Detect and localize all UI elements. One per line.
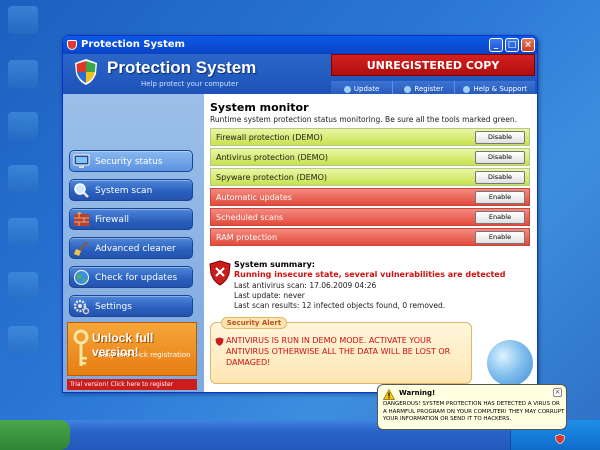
brush-icon (74, 241, 88, 256)
disable-button[interactable]: Disable (475, 151, 525, 164)
trial-register-link[interactable]: Trial version! Click here to register (67, 379, 197, 390)
status-row-scheduled-scans: Scheduled scans Enable (210, 208, 530, 226)
security-alert-box: Security Alert ANTIVIRUS IS RUN IN DEMO … (210, 317, 472, 384)
maximize-button[interactable]: □ (505, 38, 519, 52)
unregistered-banner[interactable]: UNREGISTERED COPY (331, 54, 535, 76)
desktop-icon[interactable] (8, 326, 38, 354)
page-subtitle: Runtime system protection status monitor… (210, 115, 517, 124)
shield-warning-icon (209, 260, 231, 286)
page-title: System monitor (210, 101, 309, 114)
desktop-icon[interactable] (8, 272, 38, 300)
shield-logo-icon (75, 59, 97, 85)
balloon-text: DANGEROUS! SYSTEM PROTECTION HAS DETECTE… (383, 401, 565, 422)
last-scan-text: Last antivirus scan: 17.06.2009 04:26 (234, 281, 377, 290)
app-title: Protection System (107, 58, 257, 77)
globe-icon (487, 340, 533, 386)
register-icon (404, 85, 412, 93)
desktop-icon[interactable] (8, 60, 38, 88)
close-icon[interactable]: × (553, 388, 562, 397)
shield-tray-icon[interactable] (555, 434, 565, 444)
monitor-icon (73, 154, 90, 168)
main-panel: System monitor Runtime system protection… (204, 94, 537, 392)
sidebar-item-advanced-cleaner[interactable]: Advanced cleaner (69, 237, 193, 259)
warning-balloon[interactable]: Warning! × DANGEROUS! SYSTEM PROTECTION … (377, 384, 567, 430)
help-icon (463, 85, 471, 93)
sidebar-item-check-for-updates[interactable]: Check for updates (69, 266, 193, 288)
disable-button[interactable]: Disable (475, 131, 525, 144)
update-icon (343, 85, 351, 93)
sidebar-item-security-status[interactable]: Security status (69, 150, 193, 172)
status-row-spyware: Spyware protection (DEMO) Disable (210, 168, 530, 186)
enable-button[interactable]: Enable (475, 211, 525, 224)
status-row-antivirus: Antivirus protection (DEMO) Disable (210, 148, 530, 166)
app-subtitle: Help protect your computer (141, 80, 239, 88)
status-row-firewall: Firewall protection (DEMO) Disable (210, 128, 530, 146)
gears-icon (73, 299, 90, 315)
sidebar-item-firewall[interactable]: Firewall (69, 208, 193, 230)
globe-icon (74, 270, 89, 285)
shield-small-icon (215, 337, 224, 346)
status-row-ram-protection: RAM protection Enable (210, 228, 530, 246)
app-window: Protection System _ □ × Protection Syste… (62, 35, 538, 393)
title-bar[interactable]: Protection System _ □ × (63, 36, 537, 54)
warning-icon (383, 389, 395, 400)
unlock-subtitle: Easy one-click registration (98, 351, 191, 359)
security-alert-text: ANTIVIRUS IS RUN IN DEMO MODE. ACTIVATE … (226, 336, 451, 367)
enable-button[interactable]: Enable (475, 231, 525, 244)
magnifier-icon (74, 183, 89, 198)
close-button[interactable]: × (521, 38, 535, 52)
sidebar: Security status System scan Firewall Adv… (63, 94, 204, 392)
window-title: Protection System (81, 39, 185, 50)
last-update-text: Last update: never (234, 291, 305, 300)
brick-wall-icon (74, 212, 89, 226)
balloon-title: Warning! (399, 389, 436, 397)
shield-icon (67, 40, 77, 50)
start-button[interactable] (0, 420, 70, 450)
desktop-icon[interactable] (8, 165, 38, 193)
desktop-icon[interactable] (8, 6, 38, 34)
sidebar-item-system-scan[interactable]: System scan (69, 179, 193, 201)
sidebar-item-settings[interactable]: Settings (69, 295, 193, 317)
status-row-automatic-updates: Automatic updates Enable (210, 188, 530, 206)
summary-warning: Running insecure state, several vulnerab… (234, 270, 506, 279)
minimize-button[interactable]: _ (489, 38, 503, 52)
disable-button[interactable]: Disable (475, 171, 525, 184)
enable-button[interactable]: Enable (475, 191, 525, 204)
desktop-icon[interactable] (8, 218, 38, 246)
security-alert-label: Security Alert (221, 317, 287, 329)
desktop-icon[interactable] (8, 112, 38, 140)
unlock-full-version-banner[interactable]: Unlock full version! Easy one-click regi… (67, 322, 197, 376)
summary-title: System summary: (234, 260, 315, 269)
last-results-text: Last scan results: 12 infected objects f… (234, 301, 446, 310)
